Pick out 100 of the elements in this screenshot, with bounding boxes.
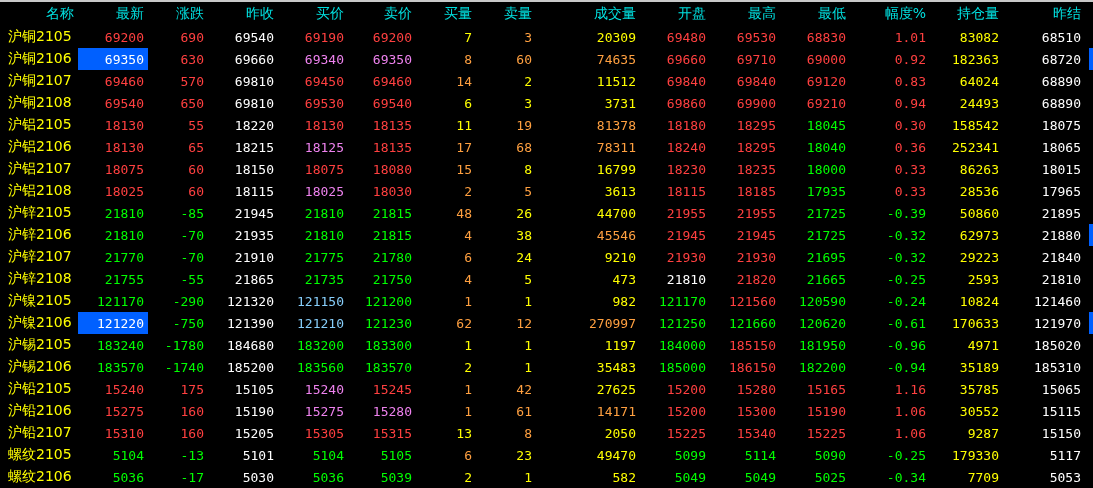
contract-name: 螺纹2106 xyxy=(7,467,73,486)
table-cell-text: 1.06 xyxy=(893,402,927,421)
table-cell-text: 21810 xyxy=(1040,270,1082,289)
table-cell-text: 14171 xyxy=(595,402,637,421)
table-cell-text: -17 xyxy=(179,468,205,487)
table-cell-text: 5036 xyxy=(111,468,145,487)
table-cell-text: 18295 xyxy=(735,116,777,135)
column-header[interactable]: 持仓量 xyxy=(930,5,1003,23)
table-cell-text: 42 xyxy=(515,380,533,399)
table-cell-text: 35483 xyxy=(595,358,637,377)
table-cell-text: 4 xyxy=(463,270,473,289)
column-header[interactable]: 买价 xyxy=(278,5,348,23)
column-header[interactable]: 最高 xyxy=(710,5,780,23)
table-cell-text: 18130 xyxy=(103,138,145,157)
table-cell-text: 15190 xyxy=(805,402,847,421)
column-header[interactable]: 最低 xyxy=(780,5,850,23)
table-cell-text: 18185 xyxy=(735,182,777,201)
table-cell-text: 15280 xyxy=(735,380,777,399)
table-cell-text: 69810 xyxy=(233,94,275,113)
table-cell-text: 69840 xyxy=(735,72,777,91)
table-cell-text: 17 xyxy=(455,138,473,157)
table-cell-text: 69200 xyxy=(103,28,145,47)
column-header[interactable]: 成交量 xyxy=(536,5,640,23)
table-cell-text: 183570 xyxy=(96,358,145,377)
column-header[interactable]: 昨结 xyxy=(1003,5,1085,23)
column-header[interactable]: 卖量 xyxy=(476,5,536,23)
table-cell-text: 15150 xyxy=(1040,424,1082,443)
table-cell-text: 9287 xyxy=(966,424,1000,443)
table-cell-text: 160 xyxy=(179,424,205,443)
table-cell-text: 28536 xyxy=(958,182,1000,201)
column-header[interactable]: 名称 xyxy=(0,5,78,23)
table-cell-text: 11512 xyxy=(595,72,637,91)
table-cell-text: 158542 xyxy=(951,116,1000,135)
table-cell-text: 69120 xyxy=(805,72,847,91)
table-cell-text: 21945 xyxy=(233,204,275,223)
table-cell-text: 21865 xyxy=(233,270,275,289)
table-cell-text: 170633 xyxy=(951,314,1000,333)
table-cell-text: 0.30 xyxy=(893,116,927,135)
table-cell-text: 1 xyxy=(463,292,473,311)
table-cell-text: 183570 xyxy=(364,358,413,377)
table-cell-text: 5049 xyxy=(673,468,707,487)
column-header[interactable]: 昨收 xyxy=(208,5,278,23)
table-cell-text: 21945 xyxy=(665,226,707,245)
contract-name: 沪锌2105 xyxy=(7,203,73,222)
column-header[interactable]: 最新 xyxy=(78,5,148,23)
table-cell-text: 121320 xyxy=(226,292,275,311)
selection-highlight[interactable]: 69350 xyxy=(78,48,148,70)
contract-name: 沪锌2108 xyxy=(7,269,73,288)
table-cell-text: 121170 xyxy=(658,292,707,311)
table-cell-text: 8 xyxy=(523,424,533,443)
table-cell-text: 650 xyxy=(179,94,205,113)
table-cell-text: 62 xyxy=(455,314,473,333)
table-cell-text: 982 xyxy=(611,292,637,311)
table-cell-text: 181950 xyxy=(798,336,847,355)
table-cell-text: 183240 xyxy=(96,336,145,355)
table-cell-text: 473 xyxy=(611,270,637,289)
table-cell-text: 5030 xyxy=(241,468,275,487)
table-cell-text: -0.32 xyxy=(885,226,927,245)
table-cell-text: 15200 xyxy=(665,402,707,421)
column-header[interactable]: 涨跌 xyxy=(148,5,208,23)
column-header[interactable]: 买量 xyxy=(416,5,476,23)
column-header[interactable]: 卖价 xyxy=(348,5,416,23)
table-cell-text: 121170 xyxy=(96,292,145,311)
table-cell-text: 120590 xyxy=(798,292,847,311)
table-cell-text: 160 xyxy=(179,402,205,421)
table-cell-text: 14 xyxy=(455,72,473,91)
contract-name: 沪锡2105 xyxy=(7,335,73,354)
selection-highlight[interactable]: 121220 xyxy=(78,312,148,334)
table-cell-text: -0.94 xyxy=(885,358,927,377)
table-cell-text: 1.01 xyxy=(893,28,927,47)
table-cell-text: 18135 xyxy=(371,116,413,135)
table-cell-text: 18230 xyxy=(665,160,707,179)
table-cell-text: 17965 xyxy=(1040,182,1082,201)
table-cell-text: 17935 xyxy=(805,182,847,201)
table-cell-text: 15 xyxy=(455,160,473,179)
column-header[interactable]: 幅度% xyxy=(850,5,930,23)
contract-name: 沪铝2108 xyxy=(7,181,73,200)
contract-name: 沪铜2107 xyxy=(7,71,73,90)
table-cell-text: 55 xyxy=(187,116,205,135)
table-cell-text: 62973 xyxy=(958,226,1000,245)
table-cell-text: 0.36 xyxy=(893,138,927,157)
table-cell-text: 5 xyxy=(523,182,533,201)
table-cell-text: 2 xyxy=(463,358,473,377)
table-cell-text: 15190 xyxy=(233,402,275,421)
table-cell-text: 121200 xyxy=(364,292,413,311)
contract-name: 沪铅2106 xyxy=(7,401,73,420)
table-cell-text: 68720 xyxy=(1040,50,1082,69)
table-cell-text: 21810 xyxy=(103,204,145,223)
table-cell-text: 182200 xyxy=(798,358,847,377)
table-cell-text: -13 xyxy=(179,446,205,465)
table-cell-text: 15315 xyxy=(371,424,413,443)
table-cell-text: 18130 xyxy=(303,116,345,135)
table-cell-text: 18080 xyxy=(371,160,413,179)
table-cell-text: 13 xyxy=(455,424,473,443)
column-header[interactable]: 开盘 xyxy=(640,5,710,23)
table-cell-text: 10824 xyxy=(958,292,1000,311)
table-cell-text: 69710 xyxy=(735,50,777,69)
table-cell-text: 1 xyxy=(523,358,533,377)
table-cell-text: 81378 xyxy=(595,116,637,135)
table-cell-text: 18295 xyxy=(735,138,777,157)
